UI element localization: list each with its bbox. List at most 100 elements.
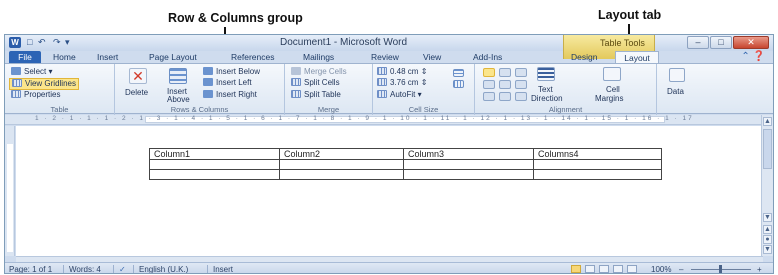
view-gridlines-button[interactable]: View Gridlines (9, 78, 79, 90)
insert-above-button-line2[interactable]: Above (167, 95, 190, 105)
zoom-slider-thumb[interactable] (719, 265, 722, 273)
delete-button[interactable]: Delete (125, 88, 148, 98)
table-cell[interactable] (533, 159, 662, 170)
zoom-level[interactable]: 100% (651, 265, 671, 273)
insert-left-button[interactable]: Insert Left (203, 78, 252, 88)
row-height-value: 0.48 cm (390, 67, 419, 76)
table-cell[interactable] (279, 159, 404, 170)
data-button[interactable]: Data (667, 87, 684, 97)
group-merge: Merge Cells Split Cells Split Table Merg… (285, 64, 373, 115)
text-direction-line2[interactable]: Direction (531, 94, 563, 104)
horizontal-ruler[interactable]: 1 · 2 · 1 · 1 · 1 · 2 · 1 · 3 · 1 · 4 · … (5, 115, 773, 125)
insert-above-icon (169, 68, 187, 84)
tab-insert[interactable]: Insert (97, 51, 118, 63)
table-cell-column4[interactable]: Columns4 (533, 148, 662, 160)
outline-view-button[interactable] (613, 265, 623, 273)
split-table-button[interactable]: Split Table (291, 90, 341, 100)
full-screen-reading-view-button[interactable] (585, 265, 595, 273)
document-table[interactable]: Column1 Column2 Column3 Columns4 (149, 148, 662, 180)
table-cell[interactable] (403, 169, 534, 180)
scroll-thumb[interactable] (763, 129, 772, 169)
table-cell-column1[interactable]: Column1 (149, 148, 280, 160)
tab-mailings[interactable]: Mailings (303, 51, 334, 63)
undo-icon[interactable]: ↶ (38, 37, 46, 48)
insert-left-icon (203, 78, 213, 86)
minimize-button[interactable]: – (687, 36, 709, 49)
cell-margins-line2[interactable]: Margins (595, 94, 623, 104)
gridlines-icon (12, 79, 22, 87)
align-bottom-left-icon[interactable] (483, 92, 495, 101)
column-width-value: 3.76 cm (390, 78, 419, 87)
insert-below-label: Insert Below (216, 67, 261, 76)
tab-review[interactable]: Review (371, 51, 399, 63)
group-label-table: Table (50, 105, 69, 114)
tab-addins[interactable]: Add-Ins (473, 51, 502, 63)
column-width-field[interactable]: 3.76 cm ⇕ (377, 78, 427, 88)
tab-view[interactable]: View (423, 51, 441, 63)
tab-references[interactable]: References (231, 51, 274, 63)
word-app-icon[interactable]: W (9, 37, 21, 48)
browse-object-icon[interactable]: ● (763, 235, 772, 244)
align-bottom-right-icon[interactable] (515, 92, 527, 101)
scroll-down-icon[interactable]: ▼ (763, 213, 772, 222)
word-count[interactable]: Words: 4 (69, 265, 101, 273)
group-alignment: Text Direction Cell Margins Alignment (475, 64, 657, 115)
insert-right-button[interactable]: Insert Right (203, 90, 257, 100)
status-separator (133, 265, 134, 273)
merge-cells-button[interactable]: Merge Cells (291, 67, 347, 77)
row-height-field[interactable]: 0.48 cm ⇕ (377, 67, 427, 77)
save-icon[interactable]: □ (27, 37, 32, 48)
select-label: Select ▾ (24, 67, 53, 76)
table-cell[interactable] (403, 159, 534, 170)
web-layout-view-button[interactable] (599, 265, 609, 273)
tab-layout[interactable]: Layout (615, 51, 659, 63)
document-page[interactable]: Column1 Column2 Column3 Columns4 (16, 126, 763, 256)
maximize-button[interactable]: □ (710, 36, 732, 49)
language-indicator[interactable]: English (U.K.) (139, 265, 188, 273)
merge-cells-label: Merge Cells (304, 67, 347, 76)
page-count[interactable]: Page: 1 of 1 (9, 265, 52, 273)
align-top-right-icon[interactable] (515, 68, 527, 77)
tab-file[interactable]: File (9, 51, 41, 63)
zoom-out-button[interactable]: – (679, 265, 683, 273)
align-top-left-icon[interactable] (483, 68, 495, 77)
select-button[interactable]: Select ▾ (11, 67, 52, 77)
distribute-columns-icon[interactable] (453, 80, 464, 88)
insert-mode-indicator[interactable]: Insert (213, 265, 233, 273)
autofit-button[interactable]: AutoFit ▾ (377, 90, 422, 100)
properties-button[interactable]: Properties (11, 90, 60, 100)
align-bottom-center-icon[interactable] (499, 92, 511, 101)
table-cell-column2[interactable]: Column2 (279, 148, 404, 160)
table-cell[interactable] (149, 169, 280, 180)
align-center-right-icon[interactable] (515, 80, 527, 89)
align-center-left-icon[interactable] (483, 80, 495, 89)
proofing-icon[interactable]: ✓ (119, 265, 126, 273)
distribute-rows-icon[interactable] (453, 69, 464, 77)
customize-toolbar-icon[interactable]: ▾ (65, 37, 70, 48)
align-top-center-icon[interactable] (499, 68, 511, 77)
scroll-up-icon[interactable]: ▲ (763, 117, 772, 126)
merge-cells-icon (291, 67, 301, 75)
close-button[interactable]: ✕ (733, 36, 769, 49)
previous-page-icon[interactable]: ▲ (763, 225, 772, 234)
help-icon[interactable]: ⌃ ❓ (741, 51, 765, 62)
view-gridlines-label: View Gridlines (25, 79, 76, 88)
split-cells-button[interactable]: Split Cells (291, 78, 340, 88)
print-layout-view-button[interactable] (571, 265, 581, 273)
tab-home[interactable]: Home (53, 51, 76, 63)
vertical-ruler[interactable] (5, 126, 15, 256)
align-center-icon[interactable] (499, 80, 511, 89)
redo-icon[interactable]: ↷ (53, 37, 61, 48)
draft-view-button[interactable] (627, 265, 637, 273)
table-cell-column3[interactable]: Column3 (403, 148, 534, 160)
vertical-scrollbar[interactable]: ▲ ▼ ▲ ● ▼ (761, 115, 773, 256)
tab-page-layout[interactable]: Page Layout (149, 51, 197, 63)
vertical-ruler-text-area (7, 144, 13, 252)
table-cell[interactable] (149, 159, 280, 170)
zoom-in-button[interactable]: + (757, 265, 762, 273)
insert-below-button[interactable]: Insert Below (203, 67, 260, 77)
next-page-icon[interactable]: ▼ (763, 245, 772, 254)
table-cell[interactable] (533, 169, 662, 180)
tab-design[interactable]: Design (571, 51, 597, 63)
table-cell[interactable] (279, 169, 404, 180)
